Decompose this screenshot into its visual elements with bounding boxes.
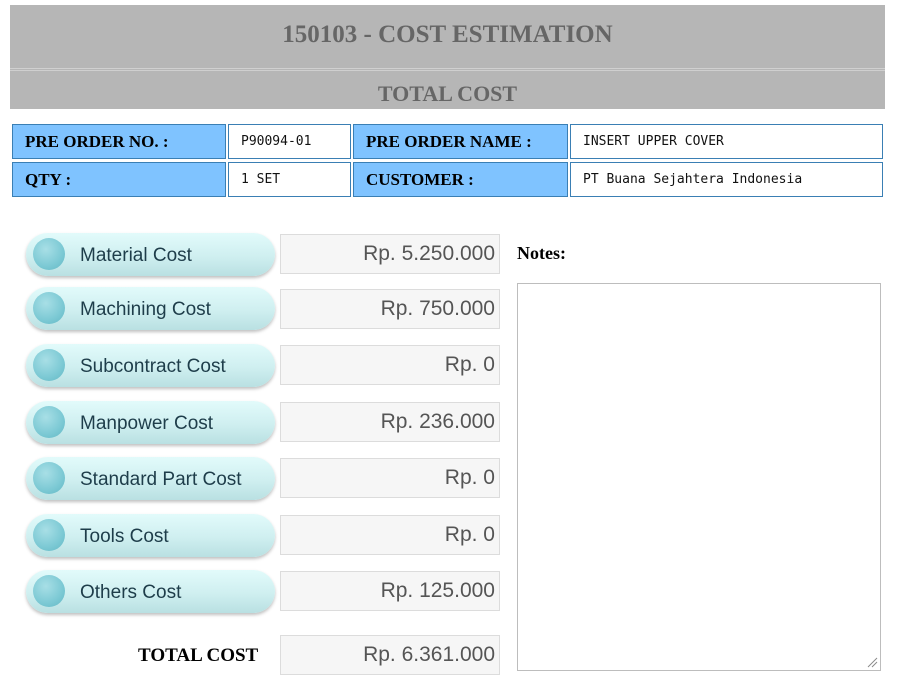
notes-textarea[interactable] [517, 283, 881, 671]
circle-icon [33, 462, 65, 494]
page-title: 150103 - COST ESTIMATION [10, 5, 885, 69]
total-cost-label: TOTAL COST [138, 645, 259, 666]
customer-label: CUSTOMER : [353, 162, 568, 197]
tools-cost-amount: Rp. 0 [280, 515, 500, 555]
qty-value: 1 SET [228, 162, 351, 197]
others-cost-label: Others Cost [80, 582, 182, 603]
circle-icon [33, 519, 65, 551]
page-header: 150103 - COST ESTIMATION TOTAL COST [10, 5, 885, 109]
pre-order-name-value: INSERT UPPER COVER [570, 124, 883, 159]
resize-grip-icon[interactable] [866, 656, 878, 668]
material-cost-amount: Rp. 5.250.000 [280, 234, 500, 274]
standard-part-cost-button[interactable]: Standard Part Cost [26, 457, 275, 500]
page-subtitle: TOTAL COST [10, 70, 885, 110]
pre-order-name-label: PRE ORDER NAME : [353, 124, 568, 159]
standard-part-cost-label: Standard Part Cost [80, 469, 242, 490]
circle-icon [33, 349, 65, 381]
subcontract-cost-button[interactable]: Subcontract Cost [26, 344, 275, 387]
circle-icon [33, 575, 65, 607]
customer-value: PT Buana Sejahtera Indonesia [570, 162, 883, 197]
others-cost-amount: Rp. 125.000 [280, 571, 500, 611]
manpower-cost-label: Manpower Cost [80, 413, 214, 434]
circle-icon [33, 406, 65, 438]
circle-icon [33, 238, 65, 270]
manpower-cost-button[interactable]: Manpower Cost [26, 401, 275, 444]
pre-order-no-label: PRE ORDER NO. : [12, 124, 226, 159]
tools-cost-label: Tools Cost [80, 526, 169, 547]
machining-cost-amount: Rp. 750.000 [280, 289, 500, 329]
material-cost-button[interactable]: Material Cost [26, 233, 275, 276]
notes-label: Notes: [517, 243, 566, 263]
machining-cost-button[interactable]: Machining Cost [26, 287, 275, 330]
pre-order-no-value: P90094-01 [228, 124, 351, 159]
manpower-cost-amount: Rp. 236.000 [280, 402, 500, 442]
machining-cost-label: Machining Cost [80, 299, 211, 320]
circle-icon [33, 292, 65, 324]
subcontract-cost-amount: Rp. 0 [280, 345, 500, 385]
standard-part-cost-amount: Rp. 0 [280, 458, 500, 498]
others-cost-button[interactable]: Others Cost [26, 570, 275, 613]
total-cost-amount: Rp. 6.361.000 [280, 635, 500, 675]
tools-cost-button[interactable]: Tools Cost [26, 514, 275, 557]
qty-label: QTY : [12, 162, 226, 197]
subcontract-cost-label: Subcontract Cost [80, 356, 226, 377]
material-cost-label: Material Cost [80, 245, 192, 266]
